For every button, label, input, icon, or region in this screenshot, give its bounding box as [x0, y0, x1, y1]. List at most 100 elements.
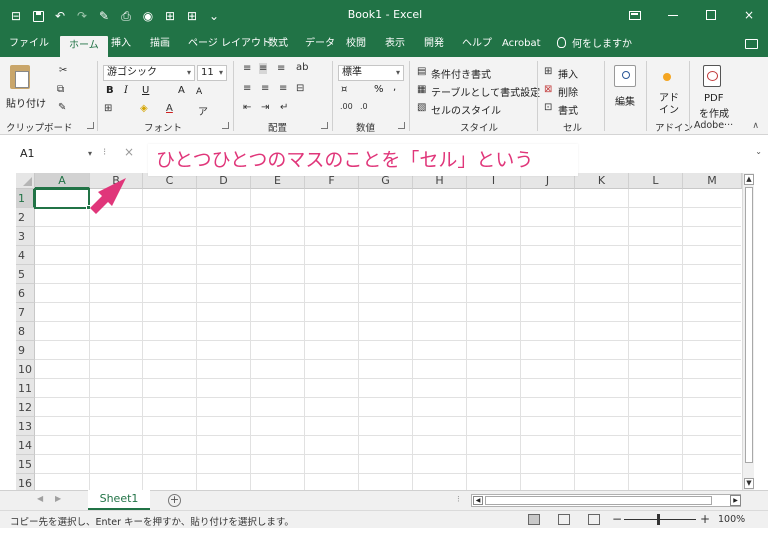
find-select-icon[interactable]	[614, 65, 636, 87]
create-pdf-icon[interactable]	[703, 65, 721, 87]
scroll-left-icon[interactable]: ◀	[473, 496, 483, 505]
cancel-icon[interactable]: ×	[124, 145, 134, 159]
align-middle-icon[interactable]: ≡	[259, 63, 268, 74]
tab-file[interactable]: ファイル	[9, 35, 49, 57]
scroll-right-icon[interactable]: ▶	[730, 495, 741, 506]
formula-bar-splitter-icon[interactable]: ⁝	[103, 147, 106, 158]
tab-developer[interactable]: 開発	[424, 35, 444, 57]
tab-help[interactable]: ヘルプ	[462, 35, 492, 57]
row-header-6[interactable]: 6	[16, 284, 35, 303]
align-right-icon[interactable]: ≡	[279, 83, 287, 94]
scroll-thumb[interactable]	[745, 187, 753, 463]
add-sheet-icon[interactable]: +	[168, 494, 181, 507]
insert-cells-button[interactable]: 挿入	[558, 66, 578, 81]
bold-button[interactable]: B	[106, 85, 114, 96]
customize-qat-icon[interactable]: ⌄	[206, 8, 222, 24]
increase-indent-icon[interactable]: ⇥	[261, 102, 269, 113]
copy-icon[interactable]: ⧉	[57, 84, 64, 95]
scroll-up-icon[interactable]: ▲	[744, 174, 754, 185]
tab-splitter-icon[interactable]: ⁝	[457, 495, 460, 505]
fill-color-icon[interactable]: ◈	[140, 103, 148, 114]
row-header-13[interactable]: 13	[16, 417, 35, 436]
addins-button[interactable]: アド イン	[659, 93, 679, 117]
italic-button[interactable]: I	[124, 85, 128, 96]
create-pdf-button-line2[interactable]: を作成	[699, 105, 729, 120]
row-header-1[interactable]: 1	[16, 189, 35, 208]
vertical-scrollbar[interactable]: ▲ ▼	[742, 173, 754, 490]
row-header-3[interactable]: 3	[16, 227, 35, 246]
zoom-level[interactable]: 100%	[718, 514, 745, 525]
font-launcher-icon[interactable]	[222, 122, 229, 129]
decrease-indent-icon[interactable]: ⇤	[243, 102, 251, 113]
comments-icon[interactable]	[745, 39, 758, 49]
close-button[interactable]: ×	[730, 0, 768, 30]
clipboard-launcher-icon[interactable]	[87, 122, 94, 129]
page-layout-view-icon[interactable]	[558, 514, 570, 525]
row-header-9[interactable]: 9	[16, 341, 35, 360]
underline-button[interactable]: U	[142, 85, 149, 96]
increase-decimal-icon[interactable]: .00	[340, 102, 353, 111]
align-center-icon[interactable]: ≡	[261, 83, 269, 94]
scroll-down-icon[interactable]: ▼	[744, 478, 754, 489]
maximize-button[interactable]	[692, 0, 730, 30]
number-launcher-icon[interactable]	[398, 122, 405, 129]
name-box[interactable]: A1 ▾	[16, 144, 96, 164]
shrink-font-button[interactable]: A	[196, 87, 202, 97]
minimize-button[interactable]	[654, 0, 692, 30]
tab-data[interactable]: データ	[305, 35, 335, 57]
wrap-text-icon[interactable]: ↵	[280, 102, 288, 113]
orientation-icon[interactable]: ab	[296, 62, 308, 73]
normal-view-icon[interactable]	[528, 514, 540, 525]
tab-draw[interactable]: 描画	[150, 35, 170, 57]
paste-icon[interactable]	[10, 65, 30, 89]
row-header-4[interactable]: 4	[16, 246, 35, 265]
tell-me-search[interactable]: 何をしますか	[557, 35, 632, 50]
sheet-tab-sheet1[interactable]: Sheet1	[88, 490, 150, 510]
paste-button-label[interactable]: 貼り付け	[6, 95, 46, 110]
align-bottom-icon[interactable]: ≡	[277, 63, 285, 74]
format-cells-button[interactable]: 書式	[558, 102, 578, 117]
row-header-15[interactable]: 15	[16, 455, 35, 474]
align-left-icon[interactable]: ≡	[243, 83, 251, 94]
row-header-10[interactable]: 10	[16, 360, 35, 379]
next-sheet-icon[interactable]: ▶	[55, 494, 61, 503]
print-preview-icon[interactable]: ⎙	[118, 8, 134, 24]
tab-formulas[interactable]: 数式	[268, 35, 288, 57]
comma-button[interactable]: ,	[393, 82, 396, 93]
currency-icon[interactable]: ¤	[341, 84, 347, 95]
zoom-slider[interactable]	[624, 519, 696, 520]
prev-sheet-icon[interactable]: ◀	[37, 494, 43, 503]
table-icon[interactable]: ⊞	[162, 8, 178, 24]
cut-icon[interactable]: ✂	[59, 65, 67, 76]
borders-icon[interactable]: ⊞	[104, 103, 112, 114]
font-color-icon[interactable]: A	[166, 103, 173, 114]
zoom-out-icon[interactable]: −	[612, 512, 622, 526]
active-cell-a1[interactable]	[34, 188, 90, 209]
save-icon[interactable]	[30, 8, 46, 24]
horizontal-scroll-thumb[interactable]	[485, 496, 712, 505]
addins-icon[interactable]	[662, 72, 672, 82]
redo-icon[interactable]: ↷	[74, 8, 90, 24]
worksheet-grid[interactable]: ABCDEFGHIJKLM 1 2 3 4 5 6 7 8 9 10 11 12 13 14 15 16 ▲ …	[0, 173, 768, 493]
row-header-8[interactable]: 8	[16, 322, 35, 341]
font-name-select[interactable]: 游ゴシック ▾	[103, 65, 195, 81]
camera-icon[interactable]: ◉	[140, 8, 156, 24]
column-header-m[interactable]: M	[683, 173, 742, 189]
create-pdf-button-line1[interactable]: PDF	[704, 93, 723, 104]
tab-acrobat[interactable]: Acrobat	[502, 35, 541, 57]
grow-font-button[interactable]: A	[178, 85, 185, 96]
autosave-icon[interactable]: ⊟	[8, 8, 24, 24]
alignment-launcher-icon[interactable]	[321, 122, 328, 129]
format-painter-icon[interactable]: ✎	[96, 8, 112, 24]
ribbon-display-button[interactable]	[616, 0, 654, 30]
row-header-14[interactable]: 14	[16, 436, 35, 455]
format-painter-brush-icon[interactable]: ✎	[58, 102, 66, 113]
font-size-select[interactable]: 11 ▾	[197, 65, 227, 81]
column-header-l[interactable]: L	[629, 173, 683, 189]
row-header-11[interactable]: 11	[16, 379, 35, 398]
merge-center-icon[interactable]: ⊟	[296, 83, 304, 94]
page-break-preview-icon[interactable]	[588, 514, 600, 525]
cell-styles-button[interactable]: セルのスタイル	[431, 102, 501, 117]
row-header-2[interactable]: 2	[16, 208, 35, 227]
row-header-7[interactable]: 7	[16, 303, 35, 322]
